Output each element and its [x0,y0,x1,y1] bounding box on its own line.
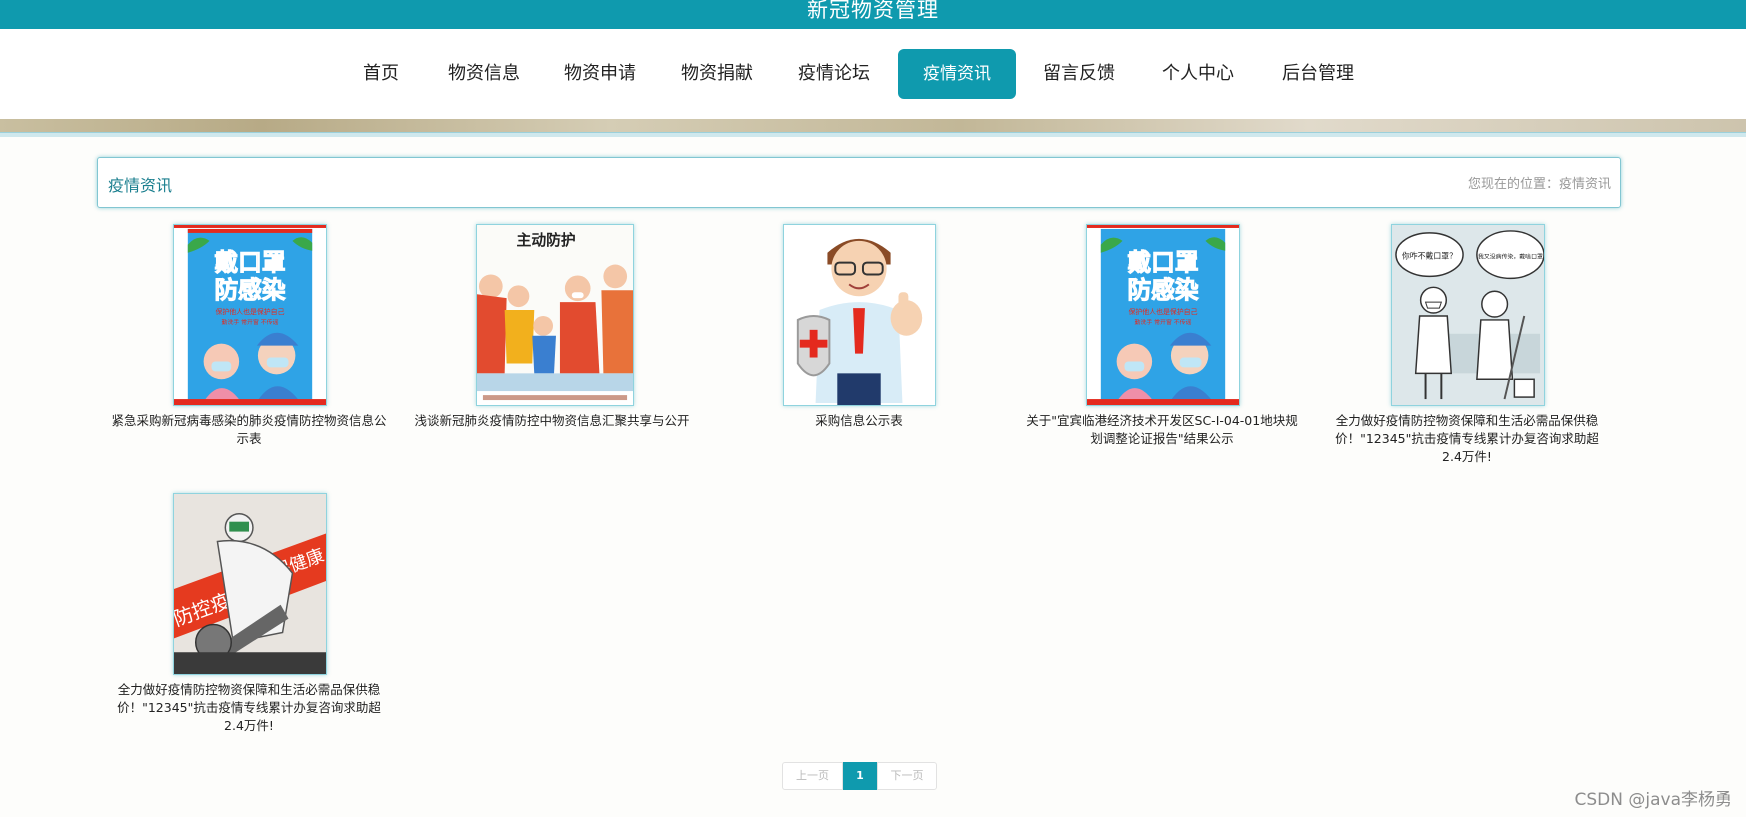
pagination: 上一页 1 下一页 [782,762,937,790]
illustration-title: 主动防护 [517,231,576,249]
top-bar: 新冠物资管理 [0,0,1746,29]
section-header: 疫情资讯 您现在的位置：疫情资讯 [97,157,1621,208]
news-thumbnail[interactable]: 戴口罩 防感染 保护他人也是保护自己 勤洗手 常开窗 不传谣 [1086,224,1240,406]
nav-supplies-donation[interactable]: 物资捐献 [674,49,760,99]
nav-supplies-application[interactable]: 物资申请 [557,49,643,99]
poster-headline-2: 防感染 [214,276,285,304]
poster-subtitle: 保护他人也是保护自己 [1128,307,1197,316]
watermark: CSDN @java李杨勇 [1574,790,1733,810]
news-title[interactable]: 关于"宜宾临港经济技术开发区SC-I-04-01地块规划调整论证报告"结果公示 [1022,412,1302,448]
speech-bubble-2: 我又没病传染，戴啥口罩 [1478,253,1543,261]
section-title: 疫情资讯 [108,176,173,195]
mask-poster-image: 戴口罩 防感染 保护他人也是保护自己 勤洗手 常开窗 不传谣 [174,225,326,405]
doctor-illustration [784,225,935,405]
speech-bubble-1: 你咋不戴口罩？ [1402,251,1457,261]
protection-illustration: 主动防护 [477,225,633,405]
nav-admin[interactable]: 后台管理 [1275,49,1361,99]
poster-subtitle-2: 勤洗手 常开窗 不传谣 [222,318,279,326]
next-page-button[interactable]: 下一页 [877,762,937,790]
nav-epidemic-news[interactable]: 疫情资讯 [898,49,1016,99]
nav-supplies-info[interactable]: 物资信息 [441,49,527,99]
news-title[interactable]: 采购信息公示表 [719,412,999,430]
nav-home[interactable]: 首页 [353,49,409,99]
news-thumbnail[interactable]: 主动防护 [476,224,634,406]
banner-image [0,119,1746,132]
news-thumbnail[interactable]: 你咋不戴口罩？ 我又没病传染，戴啥口罩 [1391,224,1545,406]
prev-page-button[interactable]: 上一页 [782,762,843,790]
news-thumbnail[interactable]: 防控疫情 保健康 [173,493,327,675]
news-thumbnail[interactable]: 戴口罩 防感染 保护他人也是保护自己 勤洗手 常开窗 不传谣 [173,224,327,406]
news-thumbnail[interactable] [783,224,936,406]
nav-feedback[interactable]: 留言反馈 [1036,49,1122,99]
poster-subtitle: 保护他人也是保护自己 [215,307,284,316]
news-title[interactable]: 紧急采购新冠病毒感染的肺炎疫情防控物资信息公示表 [109,412,389,448]
poster-headline-2: 防感染 [1127,276,1198,304]
dialogue-illustration: 你咋不戴口罩？ 我又没病传染，戴啥口罩 [1392,225,1544,405]
poster-subtitle-2: 勤洗手 常开窗 不传谣 [1135,318,1192,326]
nav-personal-center[interactable]: 个人中心 [1155,49,1241,99]
news-title[interactable]: 全力做好疫情防控物资保障和生活必需品保供稳价！"12345"抗击疫情专线累计办复… [109,681,389,735]
main-nav: 首页 物资信息 物资申请 物资捐献 疫情论坛 疫情资讯 留言反馈 个人中心 后台… [0,29,1746,119]
poster-headline: 戴口罩 [1127,248,1198,276]
nav-forum[interactable]: 疫情论坛 [791,49,877,99]
site-title: 新冠物资管理 [807,0,939,22]
news-title[interactable]: 全力做好疫情防控物资保障和生活必需品保供稳价！"12345"抗击疫情专线累计办复… [1327,412,1607,466]
news-title[interactable]: 浅谈新冠肺炎疫情防控中物资信息汇聚共享与公开 [412,412,692,430]
poster-headline: 戴口罩 [214,248,285,276]
disinfection-illustration: 防控疫情 保健康 [174,494,326,674]
breadcrumb: 您现在的位置：疫情资讯 [1467,177,1611,192]
mask-poster-image: 戴口罩 防感染 保护他人也是保护自己 勤洗手 常开窗 不传谣 [1087,225,1239,405]
banner-divider [0,132,1746,137]
current-page-button[interactable]: 1 [843,762,877,790]
